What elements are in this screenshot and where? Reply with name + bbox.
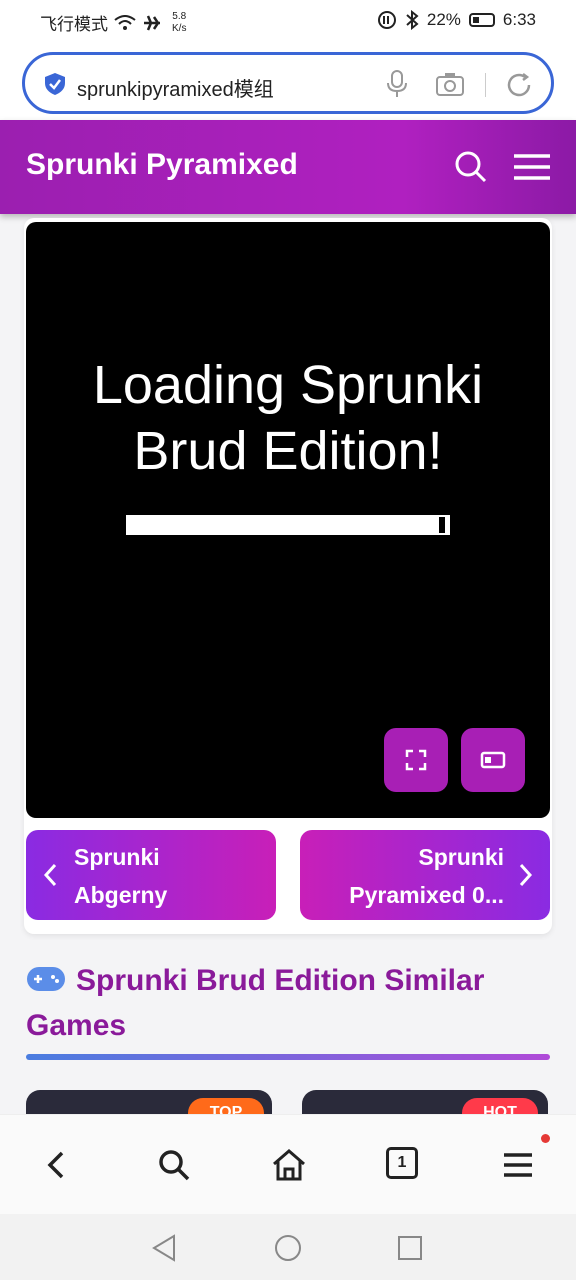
hd-call-icon	[377, 11, 396, 29]
microphone-icon[interactable]	[385, 69, 409, 99]
loading-progress-fill	[128, 517, 445, 533]
previous-game-label-line-1: Sprunki	[74, 844, 160, 870]
game-thumbnail[interactable]: HOT	[302, 1090, 548, 1114]
chevron-left-icon	[43, 863, 57, 887]
game-thumbnail[interactable]: TOP	[26, 1090, 272, 1114]
clock: 6:33	[502, 10, 536, 29]
site-header: Sprunki Pyramixed	[0, 120, 576, 214]
status-bar: 飞行模式 5.8 K/s 22% 6:33	[0, 0, 576, 44]
airplane-icon	[144, 15, 160, 30]
previous-game-label: Sprunki Abgerny	[74, 838, 264, 914]
tabs-button[interactable]: 1	[386, 1147, 422, 1183]
notification-dot	[541, 1134, 550, 1143]
loading-progress-bar	[126, 515, 450, 535]
loading-message: Loading Sprunki Brud Edition!	[26, 352, 550, 484]
site-title[interactable]: Sprunki Pyramixed	[26, 148, 298, 182]
window-icon	[480, 751, 506, 769]
loading-line-1: Loading Sprunki	[92, 355, 484, 415]
hot-badge: HOT	[462, 1098, 538, 1114]
section-divider	[26, 1054, 550, 1060]
menu-icon[interactable]	[500, 1147, 536, 1183]
wifi-icon	[114, 14, 136, 30]
open-in-tab-button[interactable]	[461, 728, 525, 792]
browser-address-area: sprunkipyramixed模组	[0, 44, 576, 120]
address-bar[interactable]: sprunkipyramixed模组	[22, 52, 554, 114]
net-speed-value: 5.8	[172, 10, 187, 22]
search-icon[interactable]	[156, 1147, 192, 1183]
reload-icon[interactable]	[505, 71, 533, 99]
next-game-label-line-2: Pyramixed 0...	[349, 882, 504, 908]
back-icon[interactable]	[38, 1147, 74, 1183]
camera-icon[interactable]	[435, 71, 465, 97]
net-speed-unit: K/s	[172, 22, 187, 34]
top-badge: TOP	[188, 1098, 264, 1114]
browser-toolbar: 1	[0, 1114, 576, 1214]
similar-games-heading: Sprunki Brud Edition Similar Games	[26, 958, 550, 1048]
hamburger-menu-icon[interactable]	[512, 152, 552, 182]
loading-line-2: Brud Edition!	[133, 421, 443, 481]
game-frame[interactable]: Loading Sprunki Brud Edition!	[26, 222, 550, 818]
previous-game-button[interactable]: Sprunki Abgerny	[26, 830, 276, 920]
status-right: 22% 6:33	[377, 10, 536, 30]
system-navigation-bar	[0, 1214, 576, 1280]
chevron-right-icon	[519, 863, 533, 887]
tab-count: 1	[386, 1147, 418, 1179]
home-icon[interactable]	[271, 1147, 307, 1183]
fullscreen-icon	[405, 749, 427, 771]
gamepad-icon	[27, 967, 65, 991]
address-query[interactable]: sprunkipyramixed模组	[77, 73, 274, 102]
similar-games-grid: TOP HOT	[0, 1088, 576, 1114]
previous-game-label-line-2: Abgerny	[74, 882, 168, 908]
bluetooth-icon	[406, 10, 419, 30]
next-game-label-line-1: Sprunki	[418, 844, 504, 870]
fullscreen-button[interactable]	[384, 728, 448, 792]
next-game-label: Sprunki Pyramixed 0...	[304, 838, 504, 914]
airplane-mode-label: 飞行模式	[40, 15, 108, 34]
search-icon[interactable]	[454, 150, 488, 184]
status-left: 飞行模式 5.8 K/s	[40, 10, 186, 35]
system-recents-icon[interactable]	[396, 1234, 424, 1262]
address-separator	[485, 73, 486, 97]
battery-percent: 22%	[426, 10, 461, 29]
system-home-icon[interactable]	[274, 1234, 302, 1262]
similar-games-section: Sprunki Brud Edition Similar Games	[26, 958, 550, 1048]
battery-icon	[468, 13, 495, 27]
system-back-icon[interactable]	[150, 1234, 178, 1262]
shield-icon	[45, 73, 65, 95]
similar-games-heading-text: Sprunki Brud Edition Similar Games	[26, 964, 485, 1042]
next-game-button[interactable]: Sprunki Pyramixed 0...	[300, 830, 550, 920]
net-speed: 5.8 K/s	[172, 11, 186, 35]
